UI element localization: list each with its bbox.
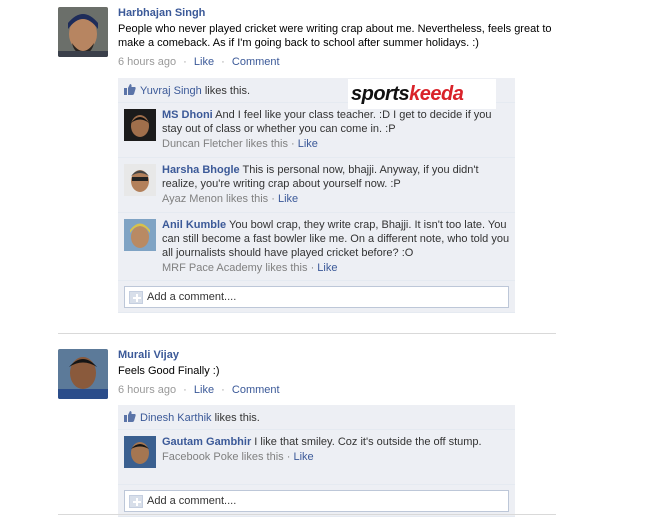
post-meta: 6 hours ago · Like · Comment (118, 384, 558, 396)
profile-photo-icon (58, 7, 108, 57)
post-divider (58, 514, 556, 515)
comment-meta: MRF Pace Academy likes this · Like (162, 261, 510, 275)
comment-avatar[interactable] (124, 436, 156, 468)
comment-meta: Ayaz Menon likes this · Like (162, 192, 510, 206)
likes-row: Dinesh Karthik likes this. (118, 405, 515, 430)
post-author[interactable]: Harbhajan Singh (118, 7, 558, 19)
comment-meta: Duncan Fletcher likes this · Like (162, 137, 510, 151)
comment-button[interactable]: Comment (232, 56, 280, 68)
profile-photo-icon (58, 349, 108, 399)
add-comment-input[interactable]: Add a comment.... (124, 490, 509, 512)
add-comment-placeholder: Add a comment.... (147, 495, 237, 507)
likes-text: likes this. (211, 412, 260, 424)
comments-section: Yuvraj Singh likes this. MS Dhoni And I … (118, 78, 515, 313)
post-divider (58, 333, 556, 334)
sportskeeda-logo: sportskeeda (348, 79, 496, 109)
separator: · (291, 138, 295, 150)
comment-button[interactable]: Comment (232, 384, 280, 396)
separator: · (183, 384, 187, 396)
profile-photo-icon (124, 219, 156, 251)
add-comment-plus-icon (129, 495, 143, 508)
logo-text-part1: sports (351, 83, 410, 105)
liker-name[interactable]: Dinesh Karthik (140, 412, 212, 424)
separator: · (183, 56, 187, 68)
add-comment-input[interactable]: Add a comment.... (124, 286, 509, 308)
comment-item: Harsha Bhogle This is personal now, bhaj… (118, 158, 515, 213)
comment-likes[interactable]: Facebook Poke likes this (162, 451, 284, 463)
separator: · (286, 451, 291, 463)
add-comment-placeholder: Add a comment.... (147, 291, 237, 303)
comment-item: Anil Kumble You bowl crap, they write cr… (118, 213, 515, 281)
add-comment-row: Add a comment.... (118, 485, 515, 517)
comment-likes[interactable]: Ayaz Menon likes this (162, 193, 268, 205)
logo-text-part2: keeda (409, 83, 464, 105)
thumbs-up-icon (124, 411, 136, 422)
comment-like-button[interactable]: Like (278, 193, 298, 205)
comment-avatar[interactable] (124, 164, 156, 196)
comment-author[interactable]: Harsha Bhogle (162, 164, 240, 176)
comment-item: MS Dhoni And I feel like your class teac… (118, 103, 515, 158)
add-comment-plus-icon (129, 291, 143, 304)
comment-item: Gautam Gambhir I like that smiley. Coz i… (118, 430, 515, 485)
comment-author[interactable]: Gautam Gambhir (162, 436, 251, 448)
post-meta: 6 hours ago · Like · Comment (118, 56, 558, 68)
post-timestamp[interactable]: 6 hours ago (118, 56, 176, 68)
post-timestamp[interactable]: 6 hours ago (118, 384, 176, 396)
comments-section: Dinesh Karthik likes this. Gautam Gambhi… (118, 405, 515, 517)
comment-like-button[interactable]: Like (317, 262, 337, 274)
comment-likes[interactable]: MRF Pace Academy likes this (162, 262, 308, 274)
comment-meta: Facebook Poke likes this · Like (162, 450, 510, 464)
post-author[interactable]: Murali Vijay (118, 349, 558, 361)
comment-text: I like that smiley. Coz it's outside the… (251, 436, 482, 448)
likes-text: likes this. (201, 85, 251, 97)
thumbs-up-icon (124, 84, 136, 95)
like-button[interactable]: Like (194, 384, 214, 396)
comment-avatar[interactable] (124, 109, 156, 141)
liker-name[interactable]: Yuvraj Singh (140, 85, 202, 97)
comment-like-button[interactable]: Like (298, 138, 318, 150)
add-comment-row: Add a comment.... (118, 281, 515, 313)
separator: · (310, 262, 315, 274)
separator: · (221, 56, 225, 68)
post-message: Feels Good Finally :) (118, 365, 220, 377)
comment-avatar[interactable] (124, 219, 156, 251)
comment-like-button[interactable]: Like (293, 451, 313, 463)
post-message: People who never played cricket were wri… (118, 23, 552, 49)
profile-photo-icon (124, 109, 156, 141)
separator: · (221, 384, 225, 396)
avatar[interactable] (58, 349, 108, 399)
comment-author[interactable]: MS Dhoni (162, 109, 213, 121)
comment-likes[interactable]: Duncan Fletcher likes this (162, 138, 288, 150)
profile-photo-icon (124, 436, 156, 468)
profile-photo-icon (124, 164, 156, 196)
avatar[interactable] (58, 7, 108, 57)
comment-author[interactable]: Anil Kumble (162, 219, 226, 231)
like-button[interactable]: Like (194, 56, 214, 68)
separator: · (271, 193, 275, 205)
